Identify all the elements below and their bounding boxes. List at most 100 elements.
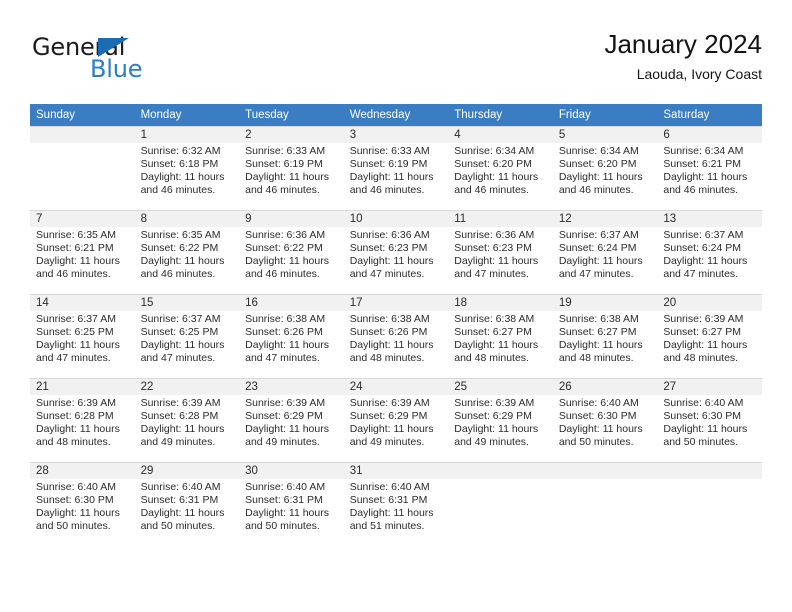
day-number: 7	[30, 211, 135, 227]
day-cell[interactable]: 10 Sunrise: 6:36 AM Sunset: 6:23 PM Dayligh…	[343, 210, 449, 294]
day-cell[interactable]: 8 Sunrise: 6:35 AM Sunset: 6:22 PM Daylight…	[134, 210, 240, 294]
day-details: Sunrise: 6:34 AM Sunset: 6:20 PM Daylight:…	[553, 143, 658, 197]
calendar-cell: 31 Sunrise: 6:40 AM Sunset: 6:31 PM Dayligh…	[343, 462, 449, 546]
day-details: Sunrise: 6:40 AM Sunset: 6:30 PM Daylight:…	[30, 479, 135, 533]
day-number	[552, 463, 658, 479]
daylight-text-line2: and 50 minutes.	[245, 520, 320, 533]
day-cell[interactable]: 7 Sunrise: 6:35 AM Sunset: 6:21 PM Daylight…	[30, 210, 135, 294]
sunset-text: Sunset: 6:19 PM	[245, 158, 323, 171]
sunrise-text: Sunrise: 6:33 AM	[349, 145, 430, 157]
day-cell[interactable]: 15 Sunrise: 6:37 AM Sunset: 6:25 PM Dayligh…	[134, 294, 240, 378]
sunset-text: Sunset: 6:20 PM	[454, 158, 532, 171]
calendar-cell: 28 Sunrise: 6:40 AM Sunset: 6:30 PM Dayligh…	[30, 462, 135, 546]
calendar-cell: 9 Sunrise: 6:36 AM Sunset: 6:22 PM Daylight…	[239, 210, 344, 294]
day-details: Sunrise: 6:36 AM Sunset: 6:22 PM Daylight:…	[239, 227, 344, 281]
day-number: 1	[134, 127, 240, 143]
day-cell[interactable]: 1 Sunrise: 6:32 AM Sunset: 6:18 PM Daylight…	[134, 126, 240, 210]
calendar-page: General Blue January 2024 Laouda, Ivory …	[0, 0, 792, 612]
sunset-text: Sunset: 6:29 PM	[454, 410, 532, 423]
day-cell[interactable]: 17 Sunrise: 6:38 AM Sunset: 6:26 PM Dayligh…	[343, 294, 449, 378]
sunset-text: Sunset: 6:31 PM	[140, 494, 219, 507]
daylight-text-line2: and 50 minutes.	[36, 520, 111, 533]
sunrise-text: Sunrise: 6:36 AM	[349, 229, 430, 241]
day-details: Sunrise: 6:39 AM Sunset: 6:27 PM Daylight:…	[657, 311, 762, 365]
day-cell[interactable]: 6 Sunrise: 6:34 AM Sunset: 6:21 PM Daylight…	[657, 126, 762, 210]
calendar-cell: 10 Sunrise: 6:36 AM Sunset: 6:23 PM Dayligh…	[343, 210, 449, 294]
day-cell[interactable]: 18 Sunrise: 6:38 AM Sunset: 6:27 PM Dayligh…	[448, 294, 553, 378]
daylight-text-line2: and 50 minutes.	[558, 436, 634, 449]
day-cell[interactable]: 30 Sunrise: 6:40 AM Sunset: 6:31 PM Dayligh…	[239, 462, 344, 546]
day-cell-empty	[30, 126, 135, 210]
day-cell[interactable]: 12 Sunrise: 6:37 AM Sunset: 6:24 PM Dayligh…	[552, 210, 658, 294]
calendar-cell	[657, 462, 762, 546]
day-cell[interactable]: 20 Sunrise: 6:39 AM Sunset: 6:27 PM Dayligh…	[657, 294, 762, 378]
sunset-text: Sunset: 6:22 PM	[140, 242, 219, 255]
calendar-cell: 20 Sunrise: 6:39 AM Sunset: 6:27 PM Dayligh…	[657, 294, 762, 378]
day-details: Sunrise: 6:40 AM Sunset: 6:31 PM Daylight:…	[344, 479, 449, 533]
sunset-text: Sunset: 6:30 PM	[663, 410, 742, 423]
sunset-text: Sunset: 6:18 PM	[140, 158, 219, 171]
day-cell[interactable]: 13 Sunrise: 6:37 AM Sunset: 6:24 PM Dayligh…	[657, 210, 762, 294]
calendar-cell: 13 Sunrise: 6:37 AM Sunset: 6:24 PM Dayligh…	[657, 210, 762, 294]
sunrise-text: Sunrise: 6:35 AM	[36, 229, 116, 241]
daylight-text-line2: and 48 minutes.	[454, 352, 529, 365]
day-cell[interactable]: 5 Sunrise: 6:34 AM Sunset: 6:20 PM Daylight…	[552, 126, 658, 210]
daylight-text-line2: and 49 minutes.	[140, 436, 216, 449]
day-details: Sunrise: 6:37 AM Sunset: 6:24 PM Daylight:…	[657, 227, 762, 281]
calendar-cell: 29 Sunrise: 6:40 AM Sunset: 6:31 PM Dayligh…	[134, 462, 240, 546]
day-details: Sunrise: 6:40 AM Sunset: 6:31 PM Daylight:…	[135, 479, 240, 533]
day-cell[interactable]: 28 Sunrise: 6:40 AM Sunset: 6:30 PM Dayligh…	[30, 462, 135, 546]
weekday-header-friday: Friday	[552, 104, 658, 126]
day-cell[interactable]: 14 Sunrise: 6:37 AM Sunset: 6:25 PM Dayligh…	[30, 294, 135, 378]
daylight-text-line2: and 50 minutes.	[663, 436, 739, 449]
day-cell[interactable]: 23 Sunrise: 6:39 AM Sunset: 6:29 PM Dayligh…	[239, 378, 344, 462]
sunset-text: Sunset: 6:24 PM	[663, 242, 742, 255]
sunrise-text: Sunrise: 6:33 AM	[245, 145, 326, 157]
day-cell[interactable]: 29 Sunrise: 6:40 AM Sunset: 6:31 PM Dayligh…	[134, 462, 240, 546]
day-cell[interactable]: 31 Sunrise: 6:40 AM Sunset: 6:31 PM Dayligh…	[343, 462, 449, 546]
calendar-cell: 4 Sunrise: 6:34 AM Sunset: 6:20 PM Daylight…	[448, 126, 553, 210]
sunset-text: Sunset: 6:27 PM	[663, 326, 742, 339]
day-details: Sunrise: 6:38 AM Sunset: 6:27 PM Daylight:…	[448, 311, 553, 365]
sunrise-text: Sunrise: 6:38 AM	[558, 313, 639, 325]
daylight-text-line2: and 46 minutes.	[140, 184, 216, 197]
day-details: Sunrise: 6:34 AM Sunset: 6:20 PM Daylight:…	[448, 143, 553, 197]
weekday-header-sunday: Sunday	[30, 104, 135, 126]
day-cell[interactable]: 11 Sunrise: 6:36 AM Sunset: 6:23 PM Dayligh…	[448, 210, 553, 294]
daylight-text-line1: Daylight: 11 hours	[558, 339, 643, 352]
calendar-cell: 27 Sunrise: 6:40 AM Sunset: 6:30 PM Dayligh…	[657, 378, 762, 462]
day-number: 18	[448, 295, 553, 311]
day-cell[interactable]: 24 Sunrise: 6:39 AM Sunset: 6:29 PM Dayligh…	[343, 378, 449, 462]
daylight-text-line1: Daylight: 11 hours	[454, 255, 539, 268]
weekday-header-tuesday: Tuesday	[239, 104, 344, 126]
daylight-text-line1: Daylight: 11 hours	[36, 423, 120, 436]
sunset-text: Sunset: 6:26 PM	[349, 326, 428, 339]
daylight-text-line1: Daylight: 11 hours	[454, 423, 539, 436]
daylight-text-line1: Daylight: 11 hours	[245, 339, 329, 352]
brand-logo[interactable]: General Blue	[32, 34, 242, 90]
day-cell[interactable]: 16 Sunrise: 6:38 AM Sunset: 6:26 PM Dayligh…	[239, 294, 344, 378]
day-cell[interactable]: 2 Sunrise: 6:33 AM Sunset: 6:19 PM Daylight…	[239, 126, 344, 210]
sunrise-text: Sunrise: 6:37 AM	[663, 229, 744, 241]
day-cell[interactable]: 9 Sunrise: 6:36 AM Sunset: 6:22 PM Daylight…	[239, 210, 344, 294]
day-cell[interactable]: 27 Sunrise: 6:40 AM Sunset: 6:30 PM Dayligh…	[657, 378, 762, 462]
daylight-text-line1: Daylight: 11 hours	[349, 255, 434, 268]
daylight-text-line2: and 47 minutes.	[140, 352, 216, 365]
day-cell[interactable]: 22 Sunrise: 6:39 AM Sunset: 6:28 PM Dayligh…	[134, 378, 240, 462]
day-cell[interactable]: 21 Sunrise: 6:39 AM Sunset: 6:28 PM Dayligh…	[30, 378, 135, 462]
day-cell[interactable]: 19 Sunrise: 6:38 AM Sunset: 6:27 PM Dayligh…	[552, 294, 658, 378]
calendar-cell: 8 Sunrise: 6:35 AM Sunset: 6:22 PM Daylight…	[134, 210, 240, 294]
calendar-cell	[30, 126, 135, 210]
sunset-text: Sunset: 6:30 PM	[36, 494, 114, 507]
day-number: 11	[448, 211, 553, 227]
day-cell[interactable]: 3 Sunrise: 6:33 AM Sunset: 6:19 PM Daylight…	[343, 126, 449, 210]
sunset-text: Sunset: 6:21 PM	[36, 242, 114, 255]
day-cell[interactable]: 26 Sunrise: 6:40 AM Sunset: 6:30 PM Dayligh…	[552, 378, 658, 462]
calendar-cell: 6 Sunrise: 6:34 AM Sunset: 6:21 PM Daylight…	[657, 126, 762, 210]
sunrise-text: Sunrise: 6:40 AM	[245, 481, 326, 493]
day-cell[interactable]: 4 Sunrise: 6:34 AM Sunset: 6:20 PM Daylight…	[448, 126, 553, 210]
calendar-cell: 2 Sunrise: 6:33 AM Sunset: 6:19 PM Daylight…	[239, 126, 344, 210]
day-cell[interactable]: 25 Sunrise: 6:39 AM Sunset: 6:29 PM Dayligh…	[448, 378, 553, 462]
sunset-text: Sunset: 6:21 PM	[663, 158, 742, 171]
daylight-text-line2: and 46 minutes.	[245, 184, 320, 197]
